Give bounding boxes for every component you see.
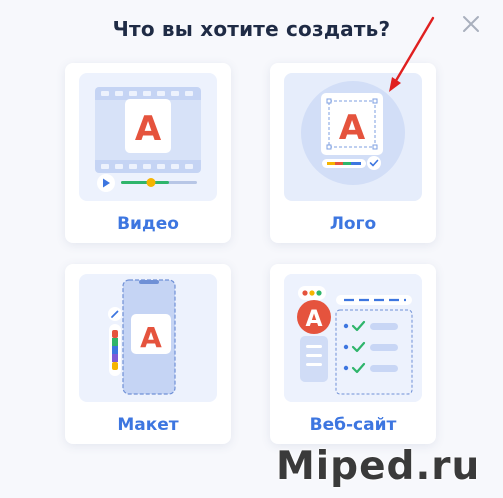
option-card-website[interactable]: A Веб-сайт — [270, 264, 436, 444]
option-card-logo[interactable]: A Лого — [270, 63, 436, 243]
option-label-website: Веб-сайт — [309, 415, 397, 435]
watermark: Miped.ru — [276, 444, 481, 489]
option-card-mockup[interactable]: A Макет — [65, 264, 231, 444]
illustration-letter: A — [140, 321, 162, 354]
option-label-mockup: Макет — [117, 415, 179, 435]
option-card-video[interactable]: A Видео — [65, 63, 231, 243]
illustration-letter: A — [135, 109, 162, 149]
mockup-template-illustration: A — [79, 274, 217, 402]
close-button[interactable] — [460, 13, 482, 35]
illustration-letter: A — [339, 108, 366, 148]
close-icon — [463, 16, 479, 32]
create-dialog: Что вы хотите создать? A Видео A Лого A … — [0, 0, 503, 498]
option-label-logo: Лого — [329, 214, 377, 234]
dialog-title: Что вы хотите создать? — [112, 17, 391, 41]
option-label-video: Видео — [117, 214, 179, 234]
illustration-letter: A — [305, 307, 322, 332]
website-template-illustration: A — [284, 274, 422, 402]
logo-template-illustration: A — [284, 73, 422, 201]
video-template-illustration: A — [79, 73, 217, 201]
